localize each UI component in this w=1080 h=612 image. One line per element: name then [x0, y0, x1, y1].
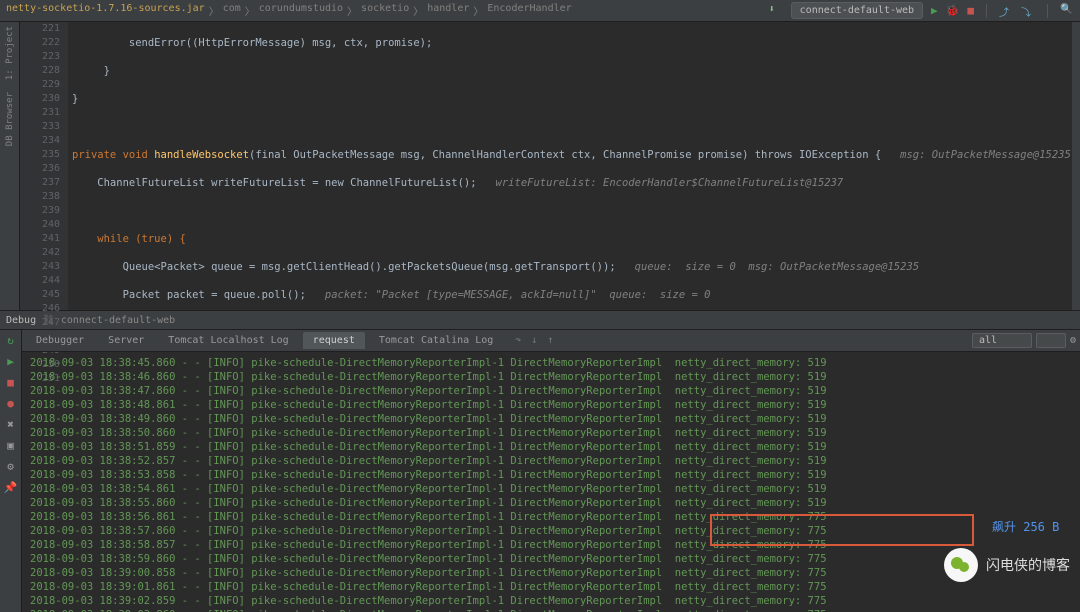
log-level-dropdown[interactable]: all [972, 333, 1032, 348]
settings-icon[interactable]: ⚙ [7, 460, 14, 473]
left-tool-margin: 1: Project DB Browser [0, 22, 20, 310]
debug-config: connect-default-web [61, 315, 175, 326]
right-gutter [1072, 22, 1080, 310]
layout-icon[interactable]: ▣ [7, 439, 14, 452]
build-icon[interactable]: ⬇ [769, 4, 783, 18]
run-icon[interactable]: ▶ [931, 4, 938, 17]
log-line: 2018-09-03 18:39:02.859 - - [INFO] pike-… [30, 594, 1072, 608]
search-icon[interactable]: 🔍 [1060, 4, 1074, 18]
vcs-icon[interactable]: ⤴ [999, 4, 1013, 18]
log-line: 2018-09-03 18:39:03.860 - - [INFO] pike-… [30, 608, 1072, 612]
mute-icon[interactable]: ✖ [7, 418, 14, 431]
breadcrumb-pkg[interactable]: com [223, 3, 241, 18]
run-config-dropdown[interactable]: connect-default-web [791, 2, 923, 19]
breadcrumb[interactable]: netty-socketio-1.7.16-sources.jar 〉 com … [6, 3, 572, 18]
log-line: 2018-09-03 18:38:47.860 - - [INFO] pike-… [30, 384, 1072, 398]
pin-icon[interactable]: 📌 [4, 481, 18, 494]
tab-server[interactable]: Server [98, 332, 154, 349]
breadcrumb-jar[interactable]: netty-socketio-1.7.16-sources.jar [6, 3, 205, 18]
step-out-icon[interactable]: ↑ [547, 335, 553, 346]
filter-icon[interactable]: ⚙ [1070, 335, 1076, 346]
log-line: 2018-09-03 18:38:49.860 - - [INFO] pike-… [30, 412, 1072, 426]
breakpoints-icon[interactable]: ● [7, 397, 14, 410]
log-line: 2018-09-03 18:38:53.858 - - [INFO] pike-… [30, 468, 1072, 482]
tab-localhost-log[interactable]: Tomcat Localhost Log [158, 332, 298, 349]
log-line: 2018-09-03 18:38:56.861 - - [INFO] pike-… [30, 510, 1072, 524]
log-line: 2018-09-03 18:38:55.860 - - [INFO] pike-… [30, 496, 1072, 510]
log-line: 2018-09-03 18:38:48.861 - - [INFO] pike-… [30, 398, 1072, 412]
console-output[interactable]: 2018-09-03 18:38:45.860 - - [INFO] pike-… [22, 352, 1080, 612]
rerun-icon[interactable]: ↻ [7, 334, 14, 347]
stop-icon[interactable]: ■ [967, 4, 974, 17]
breadcrumb-pkg[interactable]: socketio [361, 3, 409, 18]
log-search-input[interactable] [1036, 333, 1066, 348]
debug-label: Debug [6, 315, 36, 326]
watermark-text: 闪电侠的博客 [986, 555, 1070, 575]
tab-catalina-log[interactable]: Tomcat Catalina Log [369, 332, 503, 349]
debug-header: Debug ⛓ connect-default-web [0, 310, 1080, 330]
log-line: 2018-09-03 18:38:50.860 - - [INFO] pike-… [30, 426, 1072, 440]
breadcrumb-class[interactable]: EncoderHandler [487, 3, 571, 18]
toolbar-right: ⬇ connect-default-web ▶ 🐞 ■ ⤴ ⤵ 🔍 [769, 2, 1074, 19]
log-line: 2018-09-03 18:38:51.859 - - [INFO] pike-… [30, 440, 1072, 454]
step-into-icon[interactable]: ↓ [531, 335, 537, 346]
top-toolbar: netty-socketio-1.7.16-sources.jar 〉 com … [0, 0, 1080, 22]
log-line: 2018-09-03 18:39:01.861 - - [INFO] pike-… [30, 580, 1072, 594]
wechat-icon [944, 548, 978, 582]
debug-icon[interactable]: 🐞 [946, 4, 960, 17]
line-gutter[interactable]: 221 222 223 228 229 230 231 233 234 235 … [20, 22, 68, 310]
vcs-update-icon[interactable]: ⤵ [1021, 4, 1035, 18]
log-line: 2018-09-03 18:38:59.860 - - [INFO] pike-… [30, 552, 1072, 566]
watermark-badge: 闪电侠的博客 [944, 548, 1070, 582]
code-editor[interactable]: sendError((HttpErrorMessage) msg, ctx, p… [68, 22, 1072, 310]
log-line: 2018-09-03 18:38:58.857 - - [INFO] pike-… [30, 538, 1072, 552]
log-line: 2018-09-03 18:38:45.860 - - [INFO] pike-… [30, 356, 1072, 370]
log-line: 2018-09-03 18:38:54.861 - - [INFO] pike-… [30, 482, 1072, 496]
log-line: 2018-09-03 18:38:57.860 - - [INFO] pike-… [30, 524, 1072, 538]
log-line: 2018-09-03 18:39:00.858 - - [INFO] pike-… [30, 566, 1072, 580]
stop-debug-icon[interactable]: ■ [7, 376, 14, 389]
resume-icon[interactable]: ▶ [7, 355, 14, 368]
memory-jump-annotation: 飙升 256 B [992, 520, 1059, 534]
log-line: 2018-09-03 18:38:52.857 - - [INFO] pike-… [30, 454, 1072, 468]
step-over-icon[interactable]: ↷ [515, 335, 521, 346]
breadcrumb-pkg[interactable]: corundumstudio [259, 3, 343, 18]
bottom-tabs: Debugger Server Tomcat Localhost Log req… [22, 330, 1080, 352]
debug-side-toolbar: ↻ ▶ ■ ● ✖ ▣ ⚙ 📌 [0, 330, 22, 612]
tool-project[interactable]: 1: Project [5, 26, 15, 80]
tab-request[interactable]: request [303, 332, 365, 349]
log-line: 2018-09-03 18:38:46.860 - - [INFO] pike-… [30, 370, 1072, 384]
breadcrumb-pkg[interactable]: handler [427, 3, 469, 18]
tab-debugger[interactable]: Debugger [26, 332, 94, 349]
tool-dbbrowser[interactable]: DB Browser [5, 92, 15, 146]
